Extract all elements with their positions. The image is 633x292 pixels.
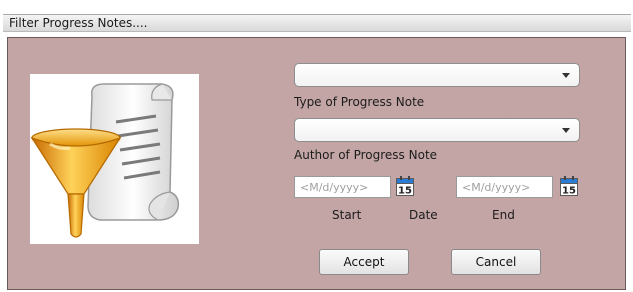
start-date-field[interactable] bbox=[294, 176, 391, 198]
window-title: Filter Progress Notes.... bbox=[9, 16, 148, 30]
start-calendar-day: 15 bbox=[398, 186, 412, 197]
chevron-down-icon bbox=[562, 128, 570, 133]
end-calendar-day: 15 bbox=[562, 186, 576, 197]
end-date-field[interactable] bbox=[456, 176, 553, 198]
author-label: Author of Progress Note bbox=[294, 148, 438, 162]
author-combobox[interactable] bbox=[294, 118, 580, 142]
start-date-input[interactable] bbox=[295, 177, 390, 197]
filter-dialog: Filter Progress Notes.... Type of Progre… bbox=[0, 0, 633, 292]
end-label: End bbox=[492, 208, 515, 222]
calendar-icon[interactable]: 15 bbox=[560, 176, 578, 196]
date-label: Date bbox=[409, 208, 438, 222]
filter-panel: Type of Progress Note Author of Progress… bbox=[7, 37, 626, 290]
funnel-scroll-icon bbox=[30, 74, 199, 244]
start-label: Start bbox=[332, 208, 362, 222]
end-date-input[interactable] bbox=[457, 177, 552, 197]
type-of-note-combobox[interactable] bbox=[294, 63, 580, 87]
title-bar: Filter Progress Notes.... bbox=[3, 14, 631, 32]
accept-button[interactable]: Accept bbox=[319, 249, 409, 275]
calendar-icon[interactable]: 15 bbox=[396, 176, 414, 196]
cancel-button[interactable]: Cancel bbox=[451, 249, 541, 275]
chevron-down-icon bbox=[562, 73, 570, 78]
type-of-note-label: Type of Progress Note bbox=[294, 95, 425, 109]
